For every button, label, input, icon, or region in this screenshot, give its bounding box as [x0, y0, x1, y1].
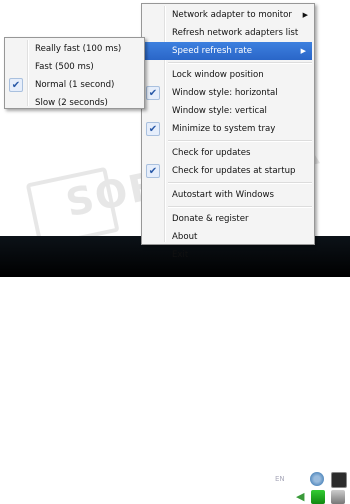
context-menu: Network adapter to monitor ▶ Refresh netw…: [141, 3, 315, 260]
menu-item-lock-position[interactable]: Lock window position: [142, 66, 314, 84]
menu-separator: [168, 206, 312, 208]
menu-separator: [168, 62, 312, 64]
checkmark-icon: ✔: [146, 86, 160, 100]
checkmark-icon: ✔: [146, 164, 160, 178]
menu-item-check-updates[interactable]: Check for updates: [142, 144, 314, 162]
menu-item-check-updates-startup[interactable]: ✔ Check for updates at startup: [142, 162, 314, 180]
submenu-arrow-icon: ▶: [300, 47, 306, 55]
speedmeter-icon[interactable]: [331, 472, 347, 488]
menu-item-donate[interactable]: Donate & register: [142, 210, 314, 228]
shield-icon[interactable]: [311, 490, 325, 504]
speed-submenu: Really fast (100 ms) Fast (500 ms) ✔ Norm…: [4, 37, 145, 109]
volume-icon[interactable]: [331, 490, 345, 504]
menu-separator: [168, 182, 312, 184]
submenu-item-really-fast[interactable]: Really fast (100 ms): [5, 40, 144, 58]
menu-item-network-adapter[interactable]: Network adapter to monitor ▶: [142, 6, 314, 24]
menu-item-exit[interactable]: Exit: [142, 246, 314, 264]
checkmark-icon: ✔: [146, 122, 160, 136]
submenu-item-slow[interactable]: Slow (2 seconds): [5, 94, 144, 112]
menu-item-refresh-adapters[interactable]: Refresh network adapters list: [142, 24, 314, 42]
tray-language[interactable]: EN: [275, 475, 285, 483]
submenu-item-normal[interactable]: ✔ Normal (1 second): [5, 76, 144, 94]
menu-separator: [168, 140, 312, 142]
submenu-item-fast[interactable]: Fast (500 ms): [5, 58, 144, 76]
submenu-arrow-icon: ▶: [302, 11, 308, 19]
chevron-left-icon[interactable]: ◀: [296, 490, 304, 503]
network-icon[interactable]: [310, 472, 324, 486]
checkmark-icon: ✔: [9, 78, 23, 92]
menu-item-autostart[interactable]: Autostart with Windows: [142, 186, 314, 204]
menu-item-speed-refresh[interactable]: Speed refresh rate ▶: [144, 42, 312, 60]
menu-item-style-horizontal[interactable]: ✔ Window style: horizontal: [142, 84, 314, 102]
menu-item-style-vertical[interactable]: Window style: vertical: [142, 102, 314, 120]
menu-item-minimize-tray[interactable]: ✔ Minimize to system tray: [142, 120, 314, 138]
menu-item-about[interactable]: About: [142, 228, 314, 246]
